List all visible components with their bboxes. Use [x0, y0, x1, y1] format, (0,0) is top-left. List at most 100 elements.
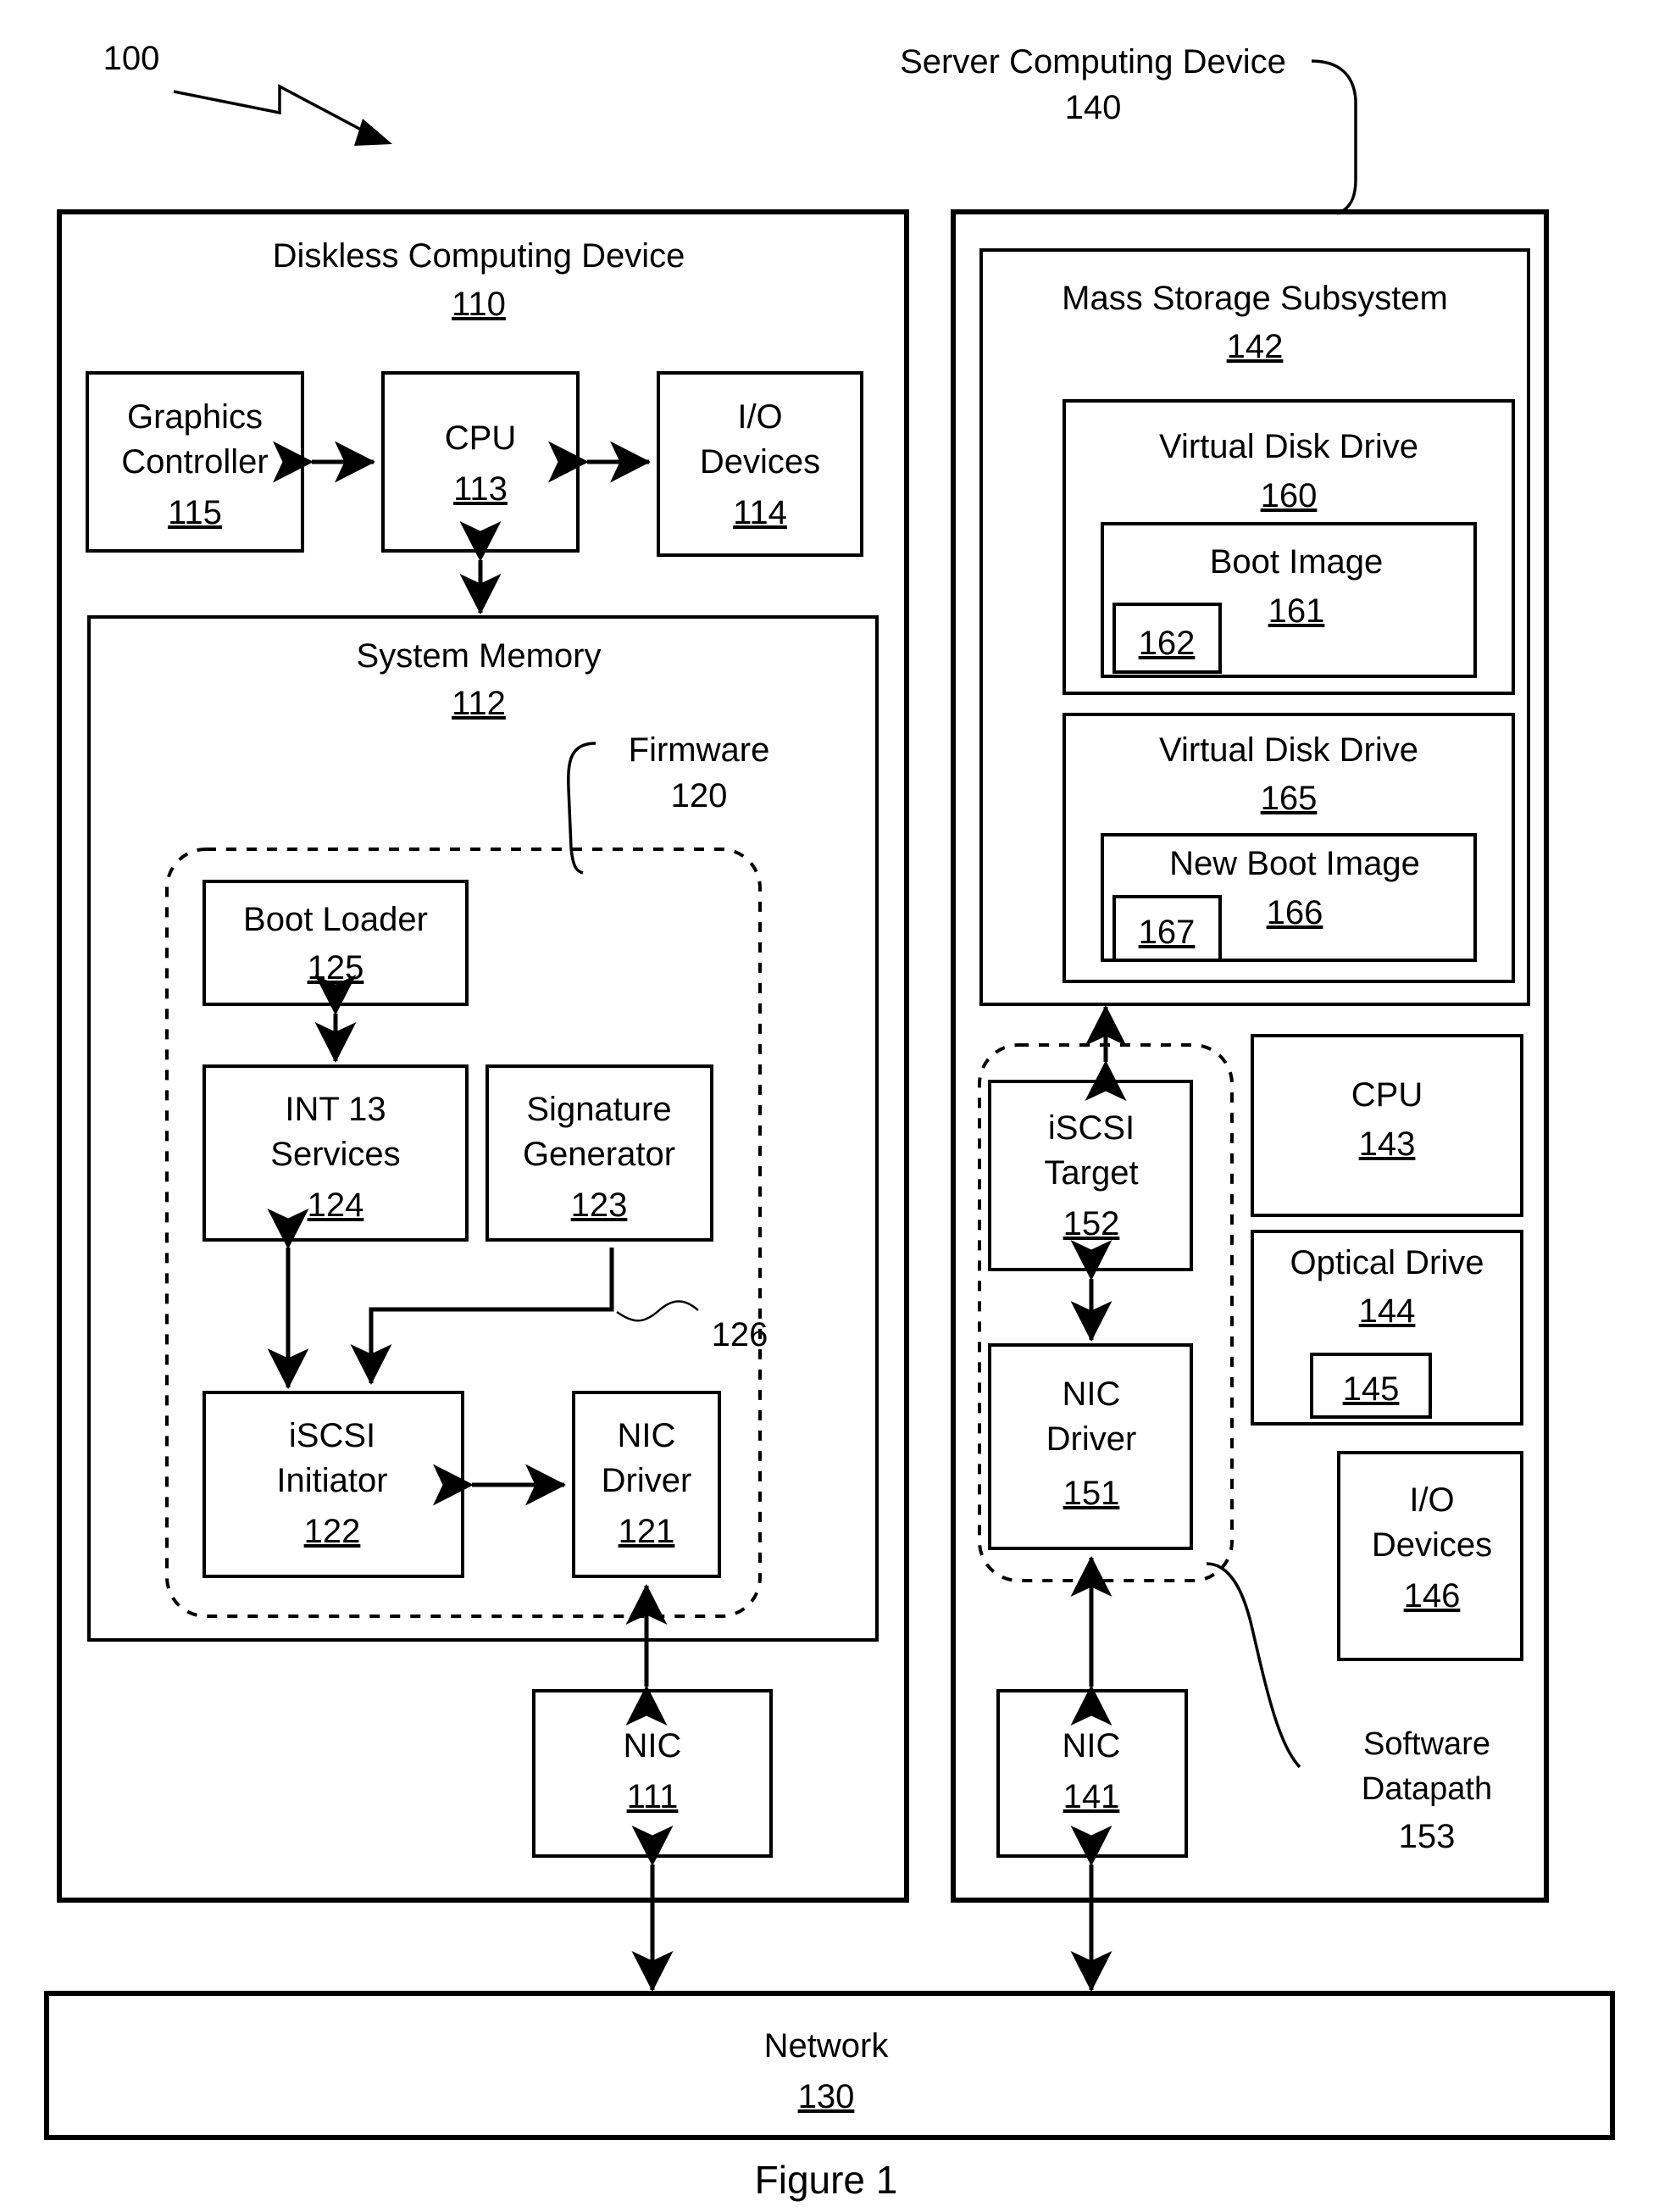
software-datapath-ref: 153 [1399, 1818, 1456, 1855]
boot-image-signature-162-ref: 162 [1139, 625, 1196, 662]
client-cpu-rect [381, 371, 580, 553]
network-ref: 130 [798, 2078, 855, 2115]
server-nic-driver-label-line1: NIC [1063, 1376, 1121, 1413]
client-nic-label: NIC [624, 1727, 682, 1765]
server-device-leader [1311, 59, 1357, 215]
mass-storage-title: Mass Storage Subsystem [1062, 280, 1448, 317]
iscsi-target-ref: 152 [1063, 1205, 1120, 1242]
graphics-controller-label-line1: Graphics [127, 398, 263, 436]
new-boot-image-166-ref: 166 [1267, 894, 1323, 931]
int13-services-label-line1: INT 13 [285, 1091, 386, 1128]
server-nic-driver-label-line2: Driver [1046, 1420, 1137, 1458]
virtual-disk-drive-165-label: Virtual Disk Drive [1159, 731, 1418, 769]
server-nic-driver-ref: 151 [1063, 1475, 1120, 1512]
client-nic-ref: 111 [627, 1778, 679, 1815]
firmware-label-group: Firmware 120 [567, 731, 770, 875]
int13-services-box: INT 13 Services 124 [203, 1064, 469, 1242]
system-ref-100-arrowhead [354, 119, 392, 146]
iscsi-target-box: iSCSI Target 152 [988, 1080, 1193, 1271]
server-nic-label: NIC [1063, 1727, 1121, 1765]
connector-126-ref: 126 [712, 1316, 768, 1353]
server-cpu-label: CPU [1351, 1076, 1423, 1114]
iscsi-initiator-label-line1: iSCSI [289, 1417, 375, 1454]
diskless-device-ref: 110 [452, 286, 506, 323]
firmware-leader [567, 742, 596, 875]
diagram-canvas: 100 Server Computing Device 140 Diskless… [44, 40, 1615, 2202]
client-io-devices-ref: 114 [733, 494, 787, 531]
signature-generator-label-line2: Generator [523, 1136, 675, 1173]
connector-126-squiggle-leader [616, 1300, 699, 1322]
client-nic-box: NIC 111 [532, 1689, 773, 1858]
diskless-device-title: Diskless Computing Device [273, 237, 685, 275]
boot-loader-box: Boot Loader 125 [203, 880, 469, 1006]
server-nic-box: NIC 141 [996, 1689, 1188, 1858]
client-cpu-ref: 113 [453, 470, 508, 508]
server-device-ref: 140 [1065, 89, 1122, 126]
system-ref-100-leader [173, 84, 365, 133]
optical-drive-label: Optical Drive [1290, 1244, 1484, 1281]
software-datapath-label-line2: Datapath [1362, 1771, 1492, 1807]
client-io-devices-box: I/O Devices 114 [657, 371, 863, 557]
system-memory-ref: 112 [452, 685, 506, 722]
server-cpu-box: CPU 143 [1251, 1034, 1523, 1217]
virtual-disk-drive-160-label: Virtual Disk Drive [1159, 428, 1418, 465]
software-datapath-leader [1206, 1562, 1301, 1769]
iscsi-initiator-box: iSCSI Initiator 122 [203, 1391, 464, 1578]
connector-126-group: 126 [350, 1248, 768, 1386]
iscsi-target-label-line2: Target [1044, 1154, 1138, 1192]
iscsi-initiator-label-line2: Initiator [276, 1462, 387, 1499]
graphics-controller-label-line2: Controller [121, 443, 268, 481]
boot-loader-label: Boot Loader [243, 901, 428, 938]
network-box: Network 130 [44, 1991, 1615, 2140]
firmware-ref: 120 [671, 777, 728, 814]
iscsi-initiator-ref: 122 [304, 1513, 361, 1550]
client-nic-driver-label-line1: NIC [618, 1417, 676, 1454]
signature-generator-ref: 123 [571, 1187, 628, 1224]
int13-services-ref: 124 [308, 1187, 364, 1224]
signature-generator-box: Signature Generator 123 [485, 1064, 713, 1242]
network-rect [44, 1991, 1615, 2140]
iscsi-target-label-line1: iSCSI [1048, 1109, 1135, 1147]
graphics-controller-box: Graphics Controller 115 [86, 371, 304, 553]
boot-image-161-label: Boot Image [1210, 543, 1384, 581]
system-ref-100-annotation: 100 [103, 40, 392, 146]
network-label: Network [764, 2027, 890, 2065]
firmware-title: Firmware [629, 731, 770, 769]
signature-generator-label-line1: Signature [526, 1091, 671, 1128]
server-device-title-group: Server Computing Device 140 [900, 43, 1357, 215]
figure-caption: Figure 1 [755, 2158, 898, 2202]
optical-drive-ref: 144 [1359, 1292, 1416, 1330]
system-memory-title: System Memory [357, 637, 602, 675]
optical-drive-box: Optical Drive 144 145 [1251, 1230, 1523, 1426]
virtual-disk-drive-160-ref: 160 [1261, 477, 1318, 514]
client-io-devices-label-line1: I/O [737, 398, 782, 436]
server-io-devices-ref: 146 [1404, 1577, 1461, 1615]
virtual-disk-drive-160-box: Virtual Disk Drive 160 Boot Image 161 16… [1063, 399, 1515, 695]
patent-figure-1: 100 Server Computing Device 140 Diskless… [0, 0, 1659, 2212]
client-nic-driver-box: NIC Driver 121 [572, 1391, 721, 1578]
server-io-devices-label-line1: I/O [1409, 1481, 1454, 1519]
software-datapath-label-line1: Software [1363, 1726, 1490, 1762]
connector-126-path [350, 1248, 614, 1386]
boot-image-161-ref: 161 [1268, 592, 1325, 630]
int13-services-label-line2: Services [270, 1136, 400, 1173]
boot-loader-ref: 125 [308, 949, 364, 987]
client-cpu-box: CPU 113 [381, 371, 580, 553]
client-io-devices-label-line2: Devices [700, 443, 820, 481]
mass-storage-ref: 142 [1227, 328, 1284, 365]
server-io-devices-label-line2: Devices [1372, 1526, 1492, 1564]
client-nic-driver-label-line2: Driver [602, 1462, 692, 1499]
server-io-devices-box: I/O Devices 146 [1337, 1451, 1523, 1661]
client-nic-driver-ref: 121 [619, 1513, 675, 1550]
optical-media-145-ref: 145 [1343, 1370, 1400, 1408]
graphics-controller-ref: 115 [168, 494, 222, 531]
system-ref-100-label: 100 [103, 40, 160, 77]
client-nic-rect [532, 1689, 773, 1858]
virtual-disk-drive-165-box: Virtual Disk Drive 165 New Boot Image 16… [1063, 713, 1515, 983]
server-nic-ref: 141 [1063, 1778, 1120, 1815]
new-boot-image-signature-167-ref: 167 [1139, 914, 1196, 951]
server-nic-driver-box: NIC Driver 151 [988, 1343, 1193, 1550]
virtual-disk-drive-165-ref: 165 [1261, 780, 1318, 817]
server-device-title: Server Computing Device [900, 43, 1286, 81]
new-boot-image-166-label: New Boot Image [1169, 845, 1420, 882]
